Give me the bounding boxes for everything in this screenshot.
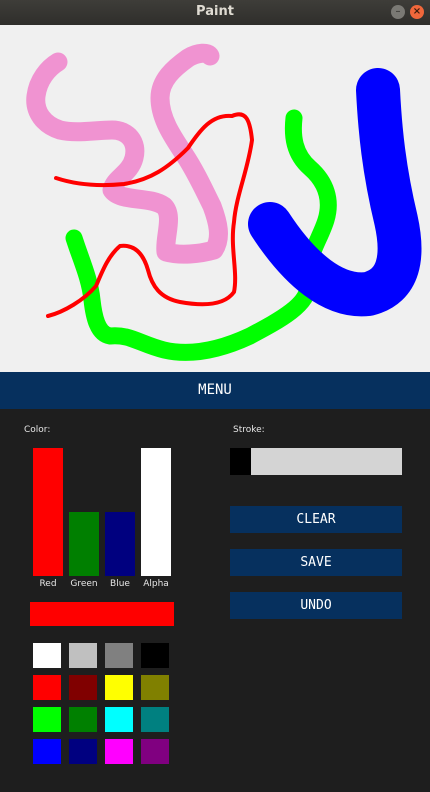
stroke-slider-fill (230, 448, 251, 475)
red-channel-label: Red (39, 579, 57, 589)
palette-swatch[interactable] (69, 739, 97, 764)
palette-swatch[interactable] (141, 707, 169, 732)
alpha-channel-slider[interactable] (141, 448, 171, 576)
stroke-slider[interactable] (230, 448, 402, 475)
palette-swatch[interactable] (69, 643, 97, 668)
palette-swatch[interactable] (33, 675, 61, 700)
close-button[interactable]: × (410, 5, 424, 19)
blue-channel-label: Blue (110, 579, 130, 589)
red-channel-slider[interactable] (33, 448, 63, 576)
palette-swatch[interactable] (105, 707, 133, 732)
window-title: Paint (196, 4, 234, 19)
save-button[interactable]: SAVE (230, 549, 402, 576)
green-channel-slider[interactable] (69, 448, 99, 576)
palette-swatch[interactable] (33, 643, 61, 668)
green-channel-label: Green (70, 579, 98, 589)
palette-swatch[interactable] (69, 675, 97, 700)
palette-swatch[interactable] (69, 707, 97, 732)
drawing-canvas[interactable] (0, 25, 430, 372)
palette-swatch[interactable] (141, 675, 169, 700)
palette-swatch[interactable] (141, 643, 169, 668)
minimize-button[interactable]: – (391, 5, 405, 19)
color-label: Color: (24, 425, 51, 435)
stroke-label: Stroke: (233, 425, 265, 435)
palette-swatch[interactable] (141, 739, 169, 764)
blue-channel-slider[interactable] (105, 448, 135, 576)
alpha-channel-label: Alpha (143, 579, 169, 589)
pink-stroke (26, 43, 228, 264)
palette-swatch[interactable] (105, 643, 133, 668)
clear-button[interactable]: CLEAR (230, 506, 402, 533)
undo-button[interactable]: UNDO (230, 592, 402, 619)
palette-swatch[interactable] (33, 707, 61, 732)
menu-button[interactable]: MENU (0, 372, 430, 409)
palette-swatch[interactable] (105, 739, 133, 764)
palette-swatch[interactable] (33, 739, 61, 764)
palette-swatch[interactable] (105, 675, 133, 700)
current-color-preview (30, 602, 174, 626)
